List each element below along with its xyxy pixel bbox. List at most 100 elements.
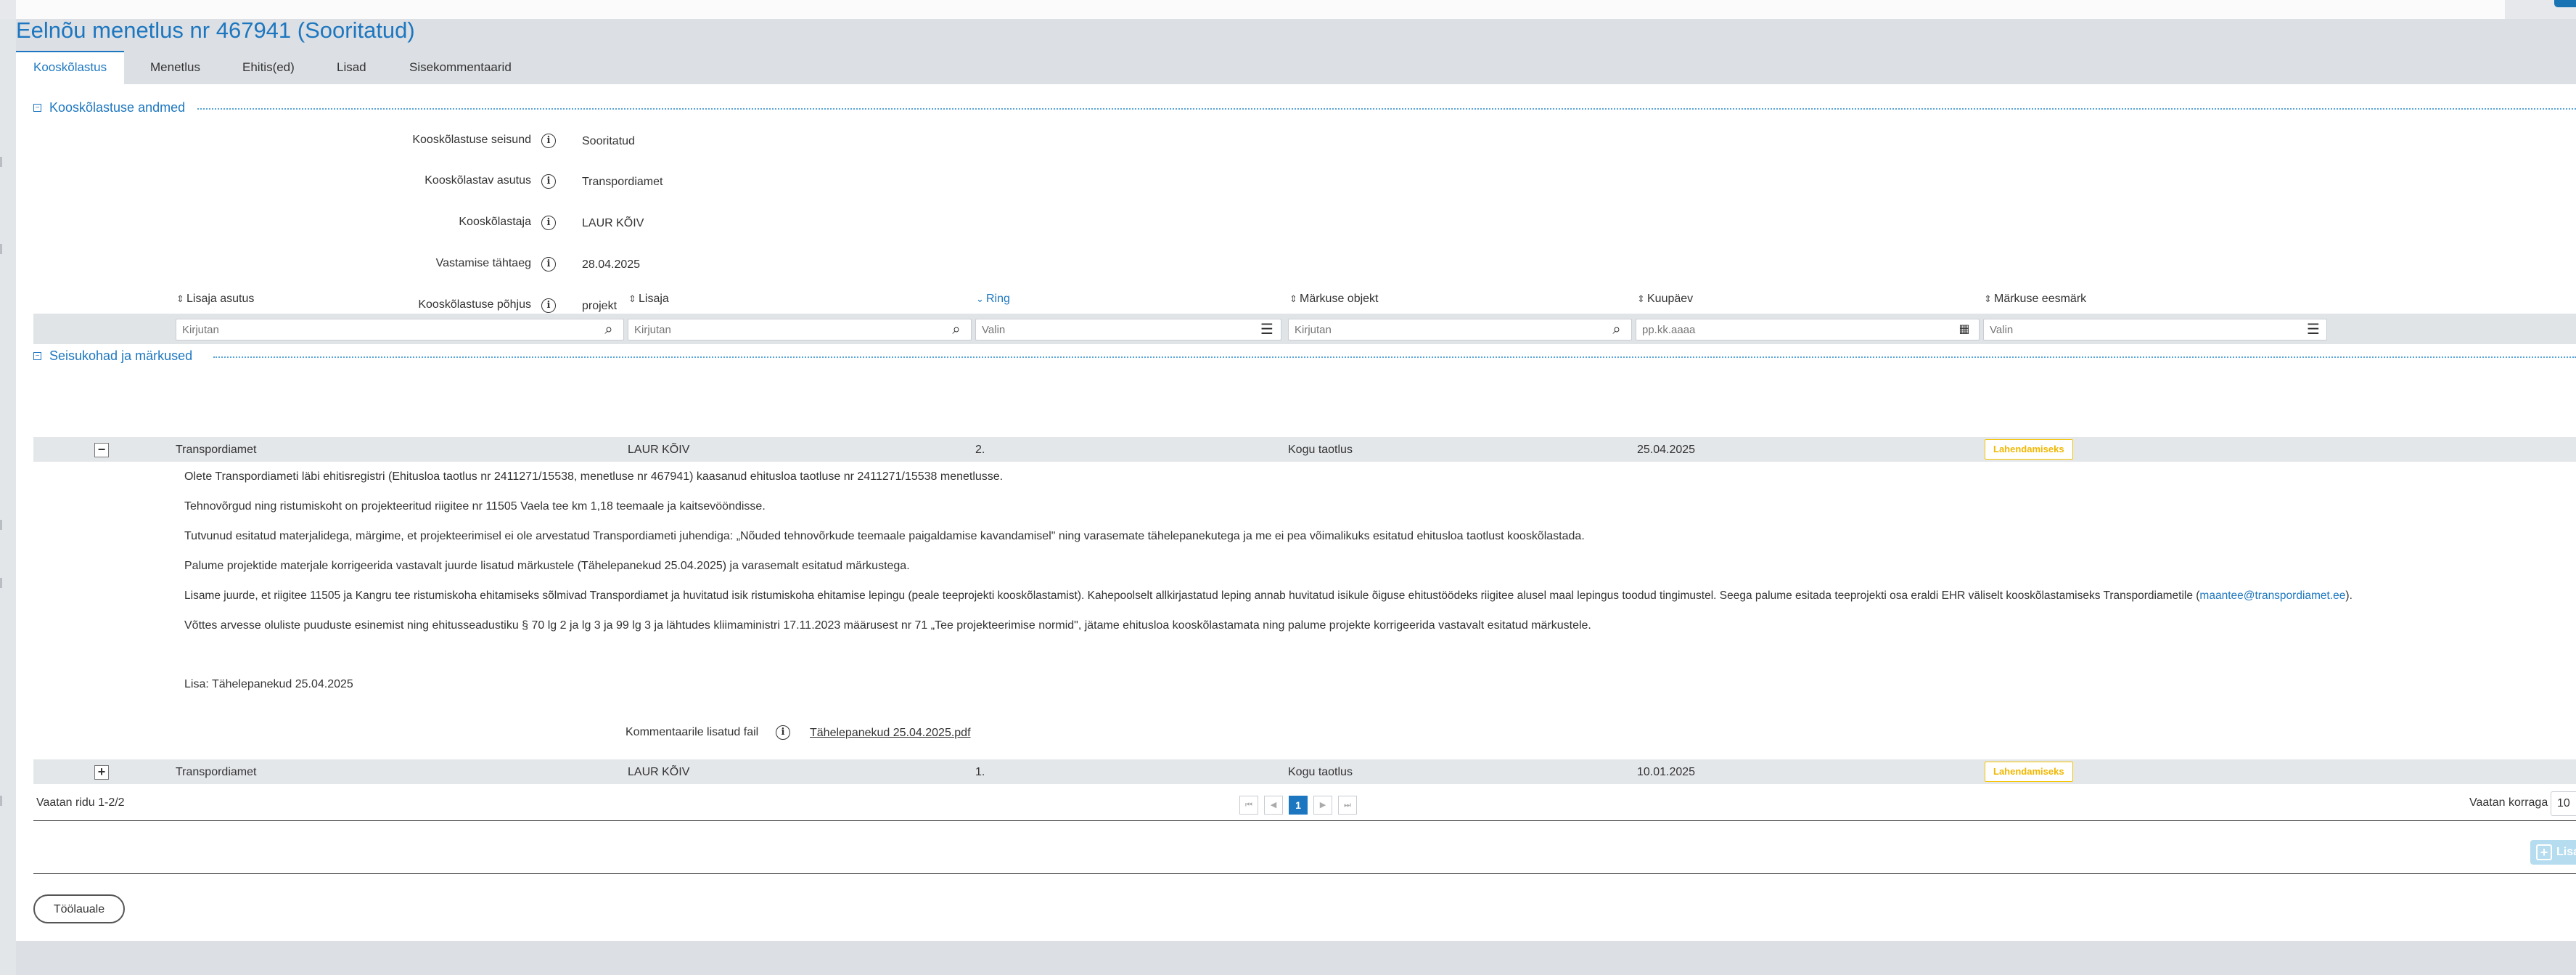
field-value-deadline: 28.04.2025 xyxy=(582,258,641,271)
page-size-label: Vaatan korraga xyxy=(2469,796,2548,809)
info-icon[interactable]: i xyxy=(776,725,790,740)
cell-institution: Transpordiamet xyxy=(176,444,257,456)
collapse-icon[interactable]: − xyxy=(33,352,41,360)
back-to-dashboard-button[interactable]: Töölauale xyxy=(33,894,125,923)
column-header-date[interactable]: ⇕ Kuupäev xyxy=(1637,293,1693,306)
info-icon[interactable]: i xyxy=(541,174,556,189)
field-label-status: Kooskõlastuse seisund xyxy=(412,134,531,146)
table-row[interactable]: − Transpordiamet LAUR KÕIV 2. Kogu taotl… xyxy=(33,437,2576,462)
top-right-button[interactable] xyxy=(2554,0,2576,7)
cell-round: 2. xyxy=(975,444,985,456)
status-badge: Lahendamiseks xyxy=(1985,762,2073,782)
remarks-section-header: − Seisukohad ja märkused xyxy=(16,348,2576,364)
list-icon[interactable]: ☰ xyxy=(1259,322,1275,338)
cell-round: 1. xyxy=(975,766,985,778)
collapse-row-icon[interactable]: − xyxy=(94,443,109,457)
detail-paragraph: Palume projektide materjale korrigeerida… xyxy=(184,560,910,572)
cell-object: Kogu taotlus xyxy=(1288,444,1353,456)
tab-menetlus[interactable]: Menetlus xyxy=(133,51,218,84)
last-page-icon[interactable]: ⏭ xyxy=(1338,796,1357,815)
status-badge: Lahendamiseks xyxy=(1985,439,2073,460)
tab-kooskolastus[interactable]: Kooskõlastus xyxy=(16,51,125,84)
calendar-icon[interactable]: ▦ xyxy=(1956,322,1972,338)
rows-info: Vaatan ridu 1-2/2 xyxy=(36,796,125,809)
column-header-purpose[interactable]: ⇕ Märkuse eesmärk xyxy=(1984,293,2086,306)
filter-object-input[interactable] xyxy=(1288,319,1632,340)
detail-paragraph: Olete Transpordiameti läbi ehitisregistr… xyxy=(184,470,1004,483)
divider xyxy=(33,820,2576,821)
cell-author: LAUR KÕIV xyxy=(628,444,690,456)
next-page-icon[interactable]: ▶ xyxy=(1313,796,1332,815)
field-label-deadline: Vastamise tähtaeg xyxy=(435,257,531,269)
expand-row-icon[interactable]: + xyxy=(94,765,109,780)
cell-author: LAUR KÕIV xyxy=(628,766,690,778)
filter-purpose-select[interactable] xyxy=(1983,319,2327,340)
attachment-label: Kommentaarile lisatud fail xyxy=(625,726,759,738)
column-header-author[interactable]: ⇕ Lisaja xyxy=(628,293,669,306)
detail-paragraph: Tutvunud esitatud materjalidega, märgime… xyxy=(184,530,1585,542)
cell-institution: Transpordiamet xyxy=(176,766,257,778)
sort-icon: ⇕ xyxy=(1984,293,1992,304)
sidebar-marker xyxy=(0,796,2,806)
tab-sisekommentaarid[interactable]: Sisekommentaarid xyxy=(392,51,529,84)
detail-paragraph: Võttes arvesse oluliste puuduste esinemi… xyxy=(184,619,1591,632)
prev-page-icon[interactable]: ◀ xyxy=(1264,796,1283,815)
filter-round-select[interactable] xyxy=(975,319,1281,340)
sidebar-marker xyxy=(0,244,2,254)
filter-institution-input[interactable] xyxy=(176,319,624,340)
table-row[interactable]: + Transpordiamet LAUR KÕIV 1. Kogu taotl… xyxy=(33,759,2576,784)
sidebar-marker xyxy=(0,578,2,588)
email-link[interactable]: maantee@transpordiamet.ee xyxy=(2199,590,2345,602)
attachment-file-link[interactable]: Tähelepanekud 25.04.2025.pdf xyxy=(810,727,971,740)
section-divider xyxy=(213,356,2576,358)
cell-date: 10.01.2025 xyxy=(1637,766,1696,778)
search-icon[interactable]: ⌕ xyxy=(601,322,617,338)
divider xyxy=(33,873,2576,874)
sort-desc-icon: ⌄ xyxy=(976,293,984,304)
filter-bar: ⌕ ⌕ ☰ ⌕ ▦ ☰ xyxy=(33,314,2576,344)
field-label-approver: Kooskõlastaja xyxy=(459,216,531,228)
field-value-institution: Transpordiamet xyxy=(582,176,663,188)
detail-paragraph: Lisame juurde, et riigitee 11505 ja Kang… xyxy=(184,590,2353,602)
info-icon[interactable]: i xyxy=(541,216,556,230)
filter-author-input[interactable] xyxy=(628,319,972,340)
tab-lisad[interactable]: Lisad xyxy=(319,51,384,84)
detail-paragraph: Lisa: Tähelepanekud 25.04.2025 xyxy=(184,678,353,690)
page-title: Eelnõu menetlus nr 467941 (Sooritatud) xyxy=(16,17,415,43)
section-title: Kooskõlastuse andmed xyxy=(49,100,192,115)
left-sidebar-strip xyxy=(0,19,16,975)
cell-date: 25.04.2025 xyxy=(1637,444,1696,456)
filter-date-input[interactable] xyxy=(1636,319,1980,340)
sort-icon: ⇕ xyxy=(176,293,184,304)
top-bar xyxy=(16,0,2505,19)
list-icon[interactable]: ☰ xyxy=(2305,322,2321,338)
info-icon[interactable]: i xyxy=(541,298,556,313)
column-header-round[interactable]: ⌄ Ring xyxy=(976,293,1010,306)
section-divider xyxy=(197,108,2576,110)
section-title: Seisukohad ja märkused xyxy=(49,348,199,364)
column-header-institution[interactable]: ⇕ Lisaja asutus xyxy=(176,293,254,306)
info-icon[interactable]: i xyxy=(541,257,556,272)
plus-icon: + xyxy=(2536,844,2552,860)
field-value-approver: LAUR KÕIV xyxy=(582,217,644,229)
page-number-current[interactable]: 1 xyxy=(1289,796,1308,815)
search-icon[interactable]: ⌕ xyxy=(948,322,964,338)
page-size-select[interactable]: 10 xyxy=(2551,791,2576,816)
search-icon[interactable]: ⌕ xyxy=(1609,322,1625,338)
approval-section-header: − Kooskõlastuse andmed xyxy=(16,100,2576,115)
field-label-institution: Kooskõlastav asutus xyxy=(424,174,531,187)
column-header-object[interactable]: ⇕ Märkuse objekt xyxy=(1289,293,1379,306)
add-button[interactable]: +Lisa xyxy=(2530,840,2576,865)
detail-paragraph: Tehnovõrgud ning ristumiskoht on projekt… xyxy=(184,500,766,513)
field-value-status: Sooritatud xyxy=(582,135,635,147)
sidebar-marker xyxy=(0,520,2,530)
field-value-reason: projekt xyxy=(582,300,618,312)
info-icon[interactable]: i xyxy=(541,134,556,148)
sort-icon: ⇕ xyxy=(1637,293,1645,304)
browser-top-strip xyxy=(0,0,2576,19)
collapse-icon[interactable]: − xyxy=(33,104,41,112)
tab-ehitised[interactable]: Ehitis(ed) xyxy=(225,51,312,84)
sidebar-marker xyxy=(0,157,2,167)
first-page-icon[interactable]: ⏮ xyxy=(1239,796,1258,815)
sort-icon: ⇕ xyxy=(628,293,636,304)
